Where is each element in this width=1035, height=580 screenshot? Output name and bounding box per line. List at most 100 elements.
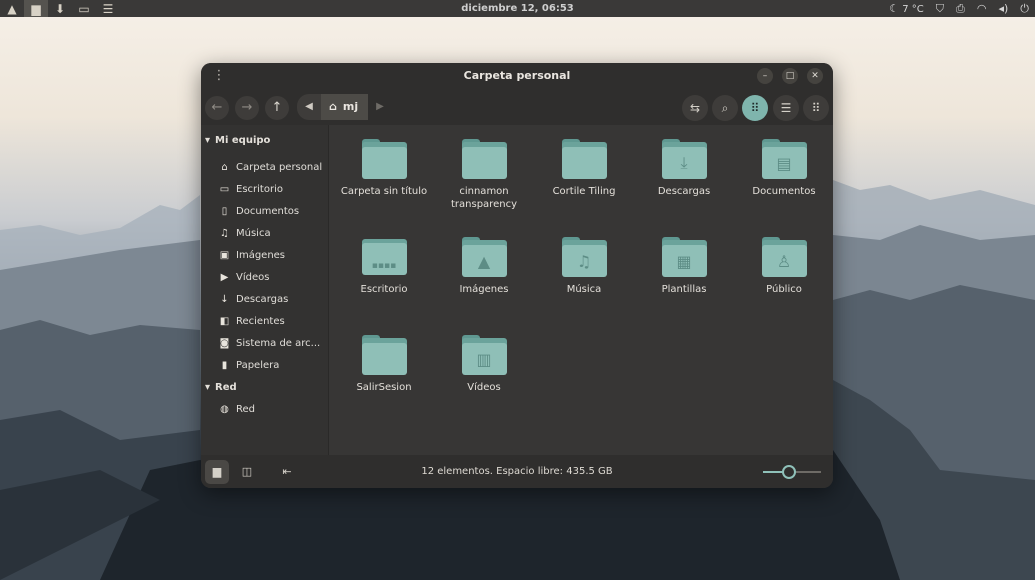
document-icon: ▯	[221, 205, 228, 217]
sidebar-item-documentos[interactable]: ▯ Documentos	[219, 201, 325, 221]
breadcrumb-left-arrow[interactable]: ◀	[297, 94, 321, 120]
folder-label: Documentos	[752, 186, 816, 197]
shield-icon[interactable]: ⛉	[936, 2, 944, 16]
folder-item[interactable]: ♫ Música	[534, 237, 634, 296]
sidebar-item-imagenes[interactable]: ▣ Imágenes	[219, 245, 325, 265]
desktop-icon: ▭	[219, 183, 230, 195]
folder-item[interactable]: ▤ Documentos	[734, 139, 833, 198]
minimize-button[interactable]: –	[757, 68, 773, 84]
breadcrumb-home[interactable]: ⌂ mj	[321, 94, 368, 120]
sidebar-item-label: Recientes	[236, 315, 285, 327]
trash-icon: ▮	[221, 359, 228, 371]
hide-sidebar-button[interactable]: ⇤	[275, 460, 299, 484]
folder-item[interactable]: ▦ Plantillas	[634, 237, 734, 296]
sidebar-item-label: Papelera	[236, 359, 280, 371]
sidebar-item-red[interactable]: ◍ Red	[219, 399, 325, 419]
zoom-slider[interactable]	[763, 465, 821, 479]
user-folder-icon: ♙	[761, 237, 807, 277]
template-folder-icon: ▦	[661, 237, 707, 277]
sidebar-item-escritorio[interactable]: ▭ Escritorio	[219, 179, 325, 199]
chevron-down-icon: ▾	[205, 382, 211, 393]
close-button[interactable]: ✕	[807, 68, 823, 84]
statusbar: ▆ ◫ ⇤ 12 elementos. Espacio libre: 435.5…	[201, 455, 833, 488]
network-icon: ◍	[220, 403, 229, 415]
power-icon[interactable]: ⏻	[1020, 2, 1029, 16]
folder-icon	[361, 139, 407, 179]
folder-item[interactable]: Carpeta sin título	[334, 139, 434, 198]
places-sidebar-button[interactable]: ▆	[205, 460, 229, 484]
file-grid: Carpeta sin título cinnamon transparency…	[330, 125, 833, 455]
sidebar-item-papelera[interactable]: ▮ Papelera	[219, 355, 325, 375]
toolbar: ← → ↑ ◀ ⌂ mj ▶ ⇆ ⌕ ⠿ ☰ ⠿	[201, 89, 833, 125]
terminal-icon[interactable]: ▭	[72, 0, 96, 17]
folder-item[interactable]: ▪▪▪▪ Escritorio	[334, 237, 434, 296]
moon-icon: ☾	[889, 2, 900, 15]
sidebar-item-carpeta-personal[interactable]: ⌂ Carpeta personal	[219, 157, 325, 177]
breadcrumb-label: mj	[342, 100, 359, 113]
folder-label: SalirSesion	[356, 382, 412, 393]
folder-icon	[561, 139, 607, 179]
menu-icon[interactable]: ▲	[0, 0, 24, 17]
home-icon: ⌂	[329, 100, 337, 113]
tree-sidebar-button[interactable]: ◫	[235, 460, 259, 484]
downloads-icon[interactable]: ⬇	[48, 0, 72, 17]
list-view-button[interactable]: ☰	[773, 95, 799, 121]
file-manager-window: ⋮ Carpeta personal – □ ✕ ← → ↑ ◀ ⌂ mj ▶ …	[201, 63, 833, 488]
folder-item[interactable]: ⤓ Descargas	[634, 139, 734, 198]
breadcrumb-right-arrow[interactable]: ▶	[368, 94, 392, 120]
clock[interactable]: diciembre 12, 06:53	[461, 3, 574, 14]
folder-label: cinnamon transparency	[451, 186, 517, 210]
wifi-icon[interactable]: ◠	[977, 2, 987, 15]
sidebar-item-label: Imágenes	[236, 249, 286, 261]
folder-label: Vídeos	[467, 382, 501, 393]
weather-applet[interactable]: ☾ 7 °C	[889, 2, 924, 15]
sidebar-item-sistema-de-archivos[interactable]: ◙ Sistema de arc...	[219, 333, 325, 353]
printer-icon[interactable]: ⎙	[956, 2, 965, 16]
folder-item[interactable]: ▥ Vídeos	[434, 335, 534, 394]
compact-view-button[interactable]: ⠿	[803, 95, 829, 121]
zoom-slider-handle[interactable]	[782, 465, 797, 479]
music-icon: ♫	[220, 227, 229, 239]
home-icon: ⌂	[221, 161, 228, 173]
window-title: Carpeta personal	[463, 69, 571, 82]
folder-item[interactable]: Cortile Tiling	[534, 139, 634, 198]
sidebar-section-title: Mi equipo	[215, 135, 271, 146]
folder-label: Cortile Tiling	[552, 186, 616, 197]
folder-label: Imágenes	[459, 284, 509, 295]
sidebar-section-title: Red	[215, 382, 237, 393]
sidebar-section-mi-equipo[interactable]: ▾ Mi equipo	[201, 135, 270, 146]
back-button[interactable]: ←	[205, 96, 229, 120]
up-button[interactable]: ↑	[265, 96, 289, 120]
maximize-button[interactable]: □	[782, 68, 798, 84]
drive-icon: ◙	[219, 337, 230, 349]
icon-view-button[interactable]: ⠿	[742, 95, 768, 121]
download-icon: ↓	[220, 293, 229, 305]
files-icon[interactable]: ▆	[24, 0, 48, 17]
recent-icon: ◧	[219, 315, 230, 327]
folder-item[interactable]: ▲ Imágenes	[434, 237, 534, 296]
folder-label: Público	[766, 284, 802, 295]
sidebar-item-musica[interactable]: ♫ Música	[219, 223, 325, 243]
sidebar-item-descargas[interactable]: ↓ Descargas	[219, 289, 325, 309]
folder-item[interactable]: SalirSesion	[334, 335, 434, 394]
download-folder-icon: ⤓	[661, 139, 707, 179]
folder-label: Música	[566, 284, 602, 295]
sidebar-item-label: Escritorio	[236, 183, 283, 195]
sidebar-item-videos[interactable]: ▶ Vídeos	[219, 267, 325, 287]
sidebar-item-label: Red	[236, 403, 255, 415]
settings-icon[interactable]: ☰	[96, 0, 120, 17]
sidebar-item-label: Carpeta personal	[236, 161, 323, 173]
sidebar: ▾ Mi equipo ⌂ Carpeta personal ▭ Escritori…	[201, 125, 329, 488]
search-button[interactable]: ⌕	[712, 95, 738, 121]
folder-item[interactable]: ♙ Público	[734, 237, 833, 296]
desktop-folder-icon: ▪▪▪▪	[361, 237, 407, 277]
document-folder-icon: ▤	[761, 139, 807, 179]
sidebar-item-recientes[interactable]: ◧ Recientes	[219, 311, 325, 331]
sidebar-item-label: Documentos	[236, 205, 300, 217]
forward-button[interactable]: →	[235, 96, 259, 120]
toggle-location-button[interactable]: ⇆	[682, 95, 708, 121]
volume-icon[interactable]: ◂)	[998, 2, 1008, 15]
folder-label: Descargas	[657, 186, 711, 197]
sidebar-section-red[interactable]: ▾ Red	[201, 382, 237, 393]
folder-item[interactable]: cinnamon transparency	[434, 139, 534, 211]
